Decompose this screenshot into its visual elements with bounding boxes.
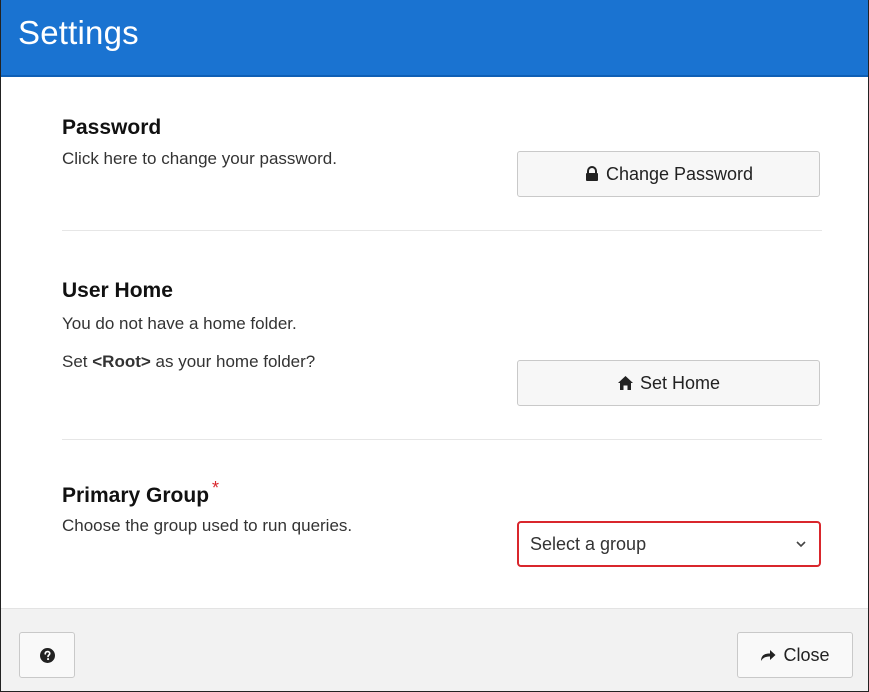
primary-group-heading-text: Primary Group <box>62 484 210 507</box>
group-select-placeholder: Select a group <box>530 533 647 554</box>
help-button[interactable] <box>19 632 75 678</box>
group-select[interactable]: Select a group <box>517 521 821 567</box>
change-password-button[interactable]: Change Password <box>517 151 820 197</box>
section-divider <box>62 230 822 231</box>
user-home-section: User Home You do not have a home folder.… <box>62 279 822 372</box>
chevron-down-icon <box>796 541 806 548</box>
settings-dialog: Settings Password Click here to change y… <box>0 0 869 692</box>
prompt-prefix: Set <box>62 352 93 371</box>
close-label: Close <box>783 644 830 665</box>
prompt-suffix: as your home folder? <box>150 352 316 371</box>
close-button[interactable]: Close <box>737 632 853 678</box>
question-circle-icon <box>39 647 55 663</box>
change-password-label: Change Password <box>605 163 754 184</box>
share-arrow-icon <box>761 650 776 661</box>
home-folder-status: You do not have a home folder. <box>62 314 297 333</box>
dialog-footer: Close <box>1 608 868 691</box>
required-marker: * <box>212 478 220 498</box>
section-divider <box>62 439 822 440</box>
set-home-label: Set Home <box>639 372 721 393</box>
root-folder-name: <Root> <box>92 352 151 371</box>
user-home-heading: User Home <box>62 279 173 302</box>
lock-icon <box>585 166 598 181</box>
home-icon <box>617 376 633 390</box>
password-heading: Password <box>62 116 162 139</box>
set-home-button[interactable]: Set Home <box>517 360 820 406</box>
title-bar: Settings <box>1 0 868 77</box>
primary-group-heading: Primary Group * <box>62 478 822 508</box>
dialog-title: Settings <box>18 14 139 51</box>
